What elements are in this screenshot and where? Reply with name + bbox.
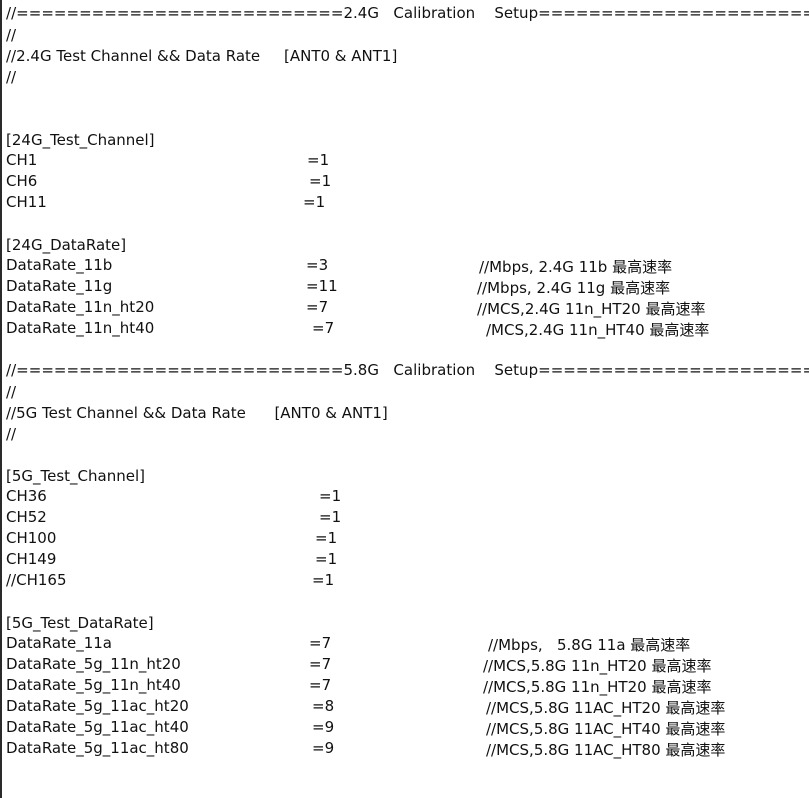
setting-value: =1	[315, 529, 338, 547]
setting-key: CH100	[6, 529, 57, 547]
setting-value: =1	[309, 172, 332, 190]
setting-comment: //Mbps, 2.4G 11b 最高速率	[479, 258, 673, 276]
setting-comment: //Mbps, 5.8G 11a 最高速率	[488, 636, 691, 654]
setting-key: CH149	[6, 550, 57, 568]
setting-value: =9	[312, 739, 335, 757]
setting-value: =7	[309, 634, 332, 652]
setting-value: =11	[306, 277, 338, 295]
setting-key: CH11	[6, 193, 47, 211]
setting-comment: //MCS,5.8G 11AC_HT20 最高速率	[486, 699, 726, 717]
setting-key: DataRate_5g_11ac_ht40	[6, 718, 189, 736]
setting-key: CH6	[6, 172, 38, 190]
comment-line: //	[6, 68, 17, 86]
setting-comment: //MCS,5.8G 11n_HT20 最高速率	[483, 678, 712, 696]
setting-value: =1	[303, 193, 326, 211]
section-24g-title: //2.4G Test Channel && Data Rate [ANT0 &…	[6, 47, 398, 65]
setting-value: =7	[309, 676, 332, 694]
setting-comment: //Mbps, 2.4G 11g 最高速率	[477, 279, 671, 297]
setting-value: =7	[312, 319, 335, 337]
setting-comment: //MCS,5.8G 11AC_HT40 最高速率	[486, 720, 726, 738]
setting-value: =1	[319, 487, 342, 505]
setting-comment: //MCS,5.8G 11n_HT20 最高速率	[483, 657, 712, 675]
setting-key: CH52	[6, 508, 47, 526]
channel5-heading: [5G_Test_Channel]	[6, 467, 145, 485]
setting-key: //CH165	[6, 571, 67, 589]
setting-key: DataRate_5g_11n_ht40	[6, 676, 181, 694]
setting-value: =1	[312, 571, 335, 589]
section-24g-header: //==========================2.4G Calibra…	[6, 4, 809, 22]
text-editor[interactable]: //==========================2.4G Calibra…	[0, 0, 809, 798]
setting-key: DataRate_11b	[6, 256, 113, 274]
comment-line: //	[6, 425, 17, 443]
setting-value: =7	[306, 298, 329, 316]
setting-key: DataRate_5g_11ac_ht80	[6, 739, 189, 757]
setting-key: DataRate_5g_11n_ht20	[6, 655, 181, 673]
setting-key: DataRate_11n_ht40	[6, 319, 155, 337]
setting-key: DataRate_5g_11ac_ht20	[6, 697, 189, 715]
setting-comment: //MCS,2.4G 11n_HT20 最高速率	[477, 300, 706, 318]
setting-value: =1	[307, 151, 330, 169]
setting-key: CH36	[6, 487, 47, 505]
channel24-heading: [24G_Test_Channel]	[6, 131, 155, 149]
rate5-heading: [5G_Test_DataRate]	[6, 614, 154, 632]
section-58g-header: //==========================5.8G Calibra…	[6, 361, 809, 379]
setting-key: CH1	[6, 151, 38, 169]
section-58g-title: //5G Test Channel && Data Rate [ANT0 & A…	[6, 404, 388, 422]
setting-value: =1	[319, 508, 342, 526]
setting-value: =8	[312, 697, 335, 715]
setting-comment: //MCS,5.8G 11AC_HT80 最高速率	[486, 741, 726, 759]
setting-key: DataRate_11n_ht20	[6, 298, 155, 316]
setting-value: =1	[315, 550, 338, 568]
setting-key: DataRate_11a	[6, 634, 112, 652]
setting-value: =3	[306, 256, 329, 274]
setting-value: =7	[309, 655, 332, 673]
rate24-heading: [24G_DataRate]	[6, 236, 127, 254]
comment-line: //	[6, 26, 17, 44]
comment-line: //	[6, 383, 17, 401]
setting-value: =9	[312, 718, 335, 736]
setting-comment: /MCS,2.4G 11n_HT40 最高速率	[486, 321, 710, 339]
setting-key: DataRate_11g	[6, 277, 113, 295]
